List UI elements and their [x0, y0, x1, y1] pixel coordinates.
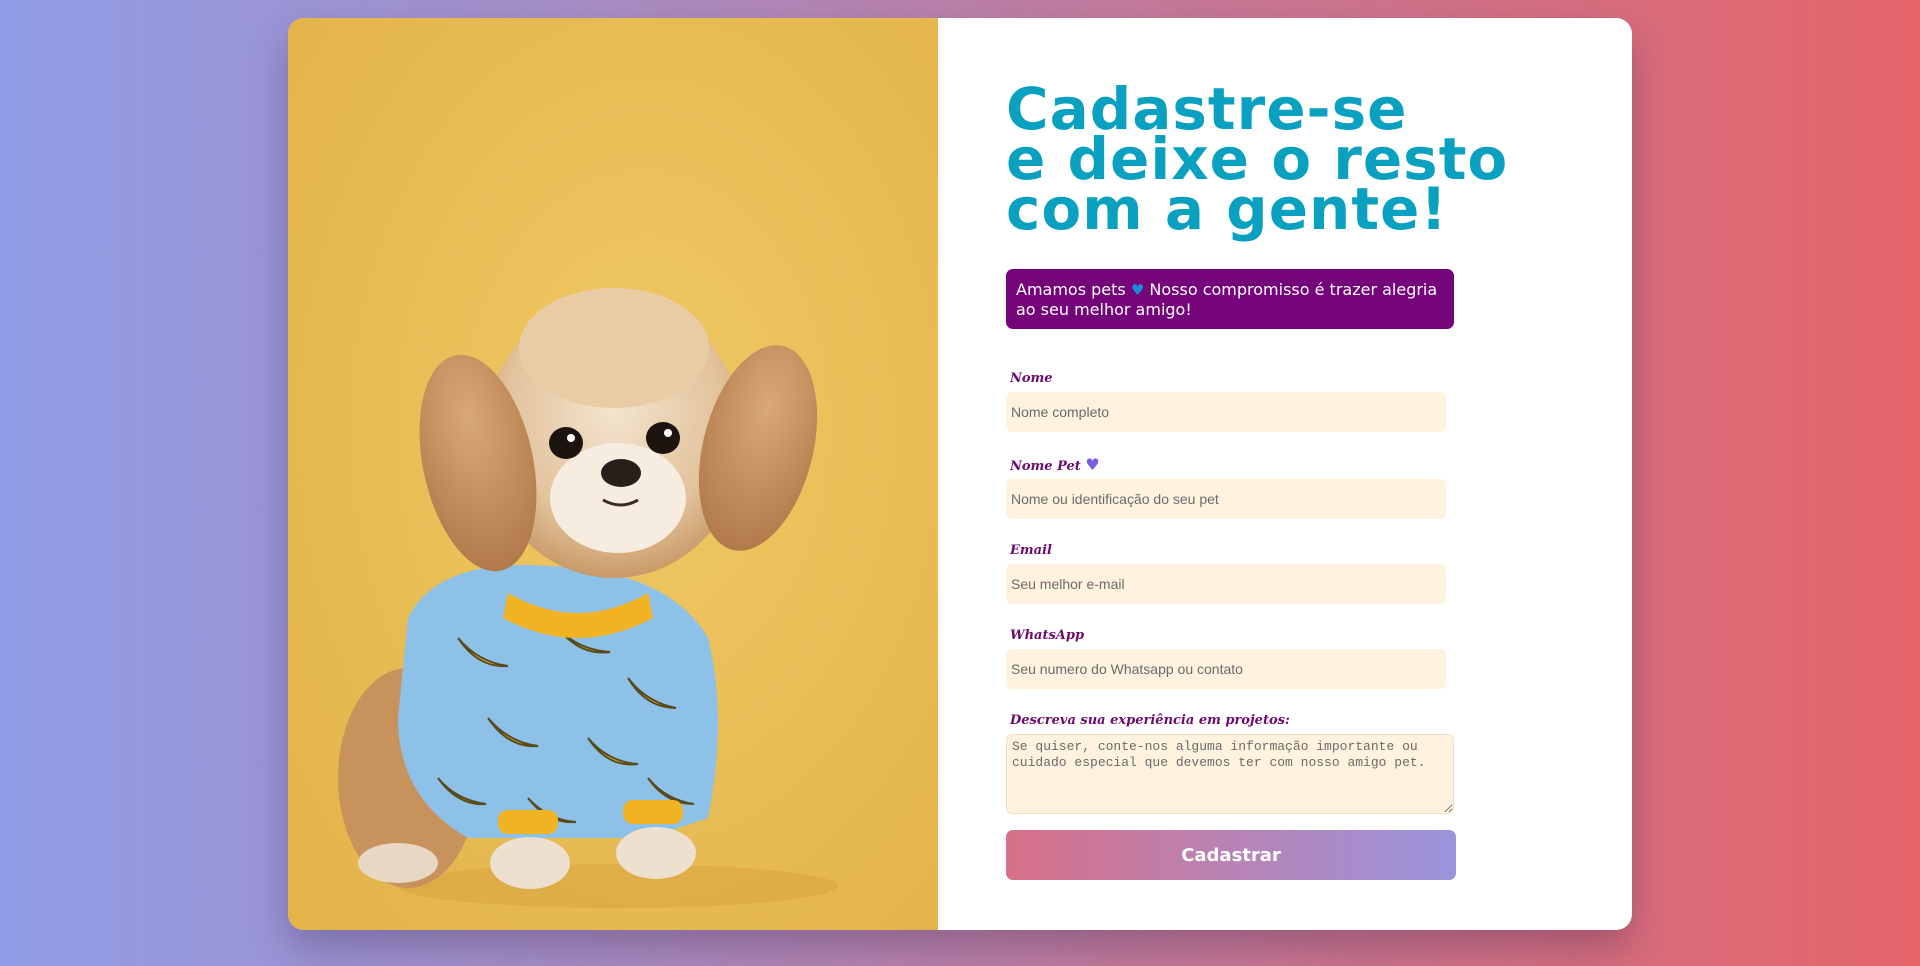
email-label: Email — [1010, 543, 1052, 558]
signup-card: Cadastre-se e deixe o resto com a gente!… — [288, 18, 1632, 930]
name-label: Nome — [1010, 371, 1053, 386]
intro-banner: Amamos pets ♥ Nosso compromisso é trazer… — [1006, 269, 1454, 329]
name-input[interactable] — [1006, 392, 1446, 432]
form-panel: Cadastre-se e deixe o resto com a gente!… — [938, 18, 1632, 930]
dog-photo — [288, 18, 938, 930]
email-input[interactable] — [1006, 564, 1446, 604]
description-textarea[interactable] — [1006, 734, 1454, 814]
pet-name-label: Nome Pet ♥ — [1010, 455, 1100, 474]
whatsapp-input[interactable] — [1006, 649, 1446, 689]
dog-illustration — [288, 18, 938, 930]
whatsapp-label: WhatsApp — [1010, 628, 1085, 643]
purple-heart-icon: ♥ — [1085, 455, 1100, 474]
description-label: Descreva sua experiência em projetos: — [1010, 713, 1290, 728]
title-line-3: com a gente! — [1006, 175, 1448, 243]
submit-button[interactable]: Cadastrar — [1006, 830, 1456, 880]
banner-text-start: Amamos pets — [1016, 280, 1126, 299]
pet-name-label-text: Nome Pet — [1010, 459, 1081, 474]
blue-heart-icon: ♥ — [1130, 281, 1145, 299]
pet-name-input[interactable] — [1006, 479, 1446, 519]
page-title: Cadastre-se e deixe o resto com a gente! — [1006, 80, 1508, 243]
